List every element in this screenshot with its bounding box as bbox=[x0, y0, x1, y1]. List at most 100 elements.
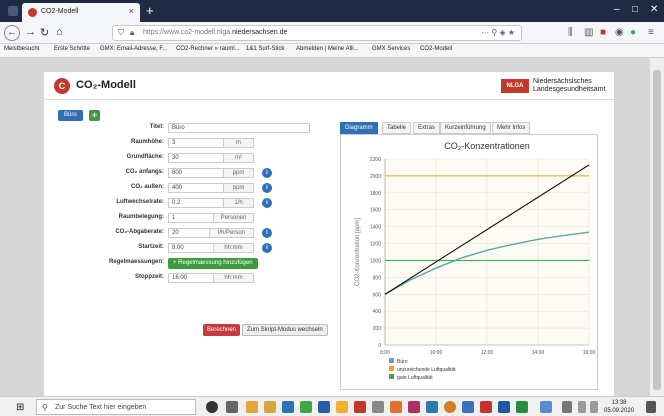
bookmark-star-icon[interactable]: ★ bbox=[508, 28, 515, 37]
info-icon[interactable]: i bbox=[262, 183, 272, 193]
pocket-icon[interactable]: ◈ bbox=[499, 28, 505, 37]
app-icon[interactable] bbox=[390, 401, 402, 413]
bookmark-item[interactable]: CO2-Rechner » rauml... bbox=[176, 46, 240, 52]
info-icon[interactable]: i bbox=[262, 243, 272, 253]
raumhoehe-input[interactable]: 3 bbox=[168, 138, 224, 148]
maximize-icon[interactable]: □ bbox=[632, 4, 638, 15]
luftwechselrate-input[interactable]: 0.2 bbox=[168, 198, 224, 208]
titel-input[interactable]: Büro bbox=[168, 123, 310, 133]
y-tick-label: 1200 bbox=[370, 242, 381, 248]
bookmark-item[interactable]: Abmelden | Meine Alli... bbox=[296, 46, 359, 52]
tab-mehr-infos[interactable]: Mehr Infos bbox=[492, 122, 531, 134]
minimize-icon[interactable]: – bbox=[614, 4, 620, 15]
co2-abgaberate-input[interactable]: 20 bbox=[168, 228, 210, 238]
raumbelegung-label: Raumbelegung: bbox=[118, 214, 164, 220]
tab-diagramm[interactable]: Diagramm bbox=[340, 122, 378, 134]
task-view-icon[interactable] bbox=[226, 401, 238, 413]
browser-tab[interactable]: CO2-Modell × bbox=[22, 3, 140, 22]
co2-logo-icon: C bbox=[54, 78, 70, 94]
forward-icon[interactable]: → bbox=[25, 26, 36, 38]
add-room-button[interactable]: + bbox=[89, 110, 100, 121]
app-icon[interactable] bbox=[282, 401, 294, 413]
page-actions-icon[interactable]: ··· bbox=[481, 28, 489, 37]
nlga-logo: NLGA bbox=[501, 79, 529, 93]
legend-label: gute Luftqualität bbox=[397, 375, 433, 381]
new-tab-icon[interactable]: + bbox=[146, 3, 154, 18]
notification-icon[interactable] bbox=[646, 401, 656, 413]
app-icon[interactable] bbox=[426, 401, 438, 413]
account-icon[interactable]: ◉ bbox=[615, 27, 624, 38]
bookmark-item[interactable]: Erste Schritte bbox=[54, 46, 90, 52]
app-icon[interactable] bbox=[300, 401, 312, 413]
menu-icon[interactable]: ≡ bbox=[648, 27, 654, 38]
windows-start-icon[interactable]: ⊞ bbox=[16, 402, 24, 413]
co2-aussen-input[interactable]: 400 bbox=[168, 183, 224, 193]
grundflaeche-input[interactable]: 30 bbox=[168, 153, 224, 163]
info-icon[interactable]: i bbox=[262, 228, 272, 238]
firefox-icon[interactable] bbox=[444, 401, 456, 413]
startzeit-input[interactable]: 8:00 bbox=[168, 243, 214, 253]
organization-name: Niedersächsisches Landesgesundheitsamt bbox=[533, 78, 605, 94]
scroll-thumb[interactable] bbox=[653, 70, 661, 390]
bookmark-item[interactable]: 1&1 Surf-Stick bbox=[246, 46, 284, 52]
y-tick-label: 800 bbox=[373, 275, 382, 281]
volume-icon[interactable] bbox=[578, 401, 586, 413]
co2-anfang-unit: ppm bbox=[224, 168, 254, 178]
firefox-menu-icon[interactable] bbox=[8, 6, 18, 16]
grundflaeche-unit: m² bbox=[224, 153, 254, 163]
app-icon[interactable] bbox=[372, 401, 384, 413]
app-icon[interactable] bbox=[462, 401, 474, 413]
network-icon[interactable] bbox=[590, 401, 598, 413]
app-icon[interactable] bbox=[354, 401, 366, 413]
url-text[interactable]: https://www.co2-modell.nlga.niedersachse… bbox=[143, 29, 287, 36]
reload-icon[interactable]: ↻ bbox=[40, 26, 49, 39]
raumbelegung-input[interactable]: 1 bbox=[168, 213, 214, 223]
co2-aussen-label: CO₂ außen: bbox=[131, 184, 164, 190]
co2-favicon-icon bbox=[28, 8, 37, 17]
bookmark-item[interactable]: CO2-Modell bbox=[420, 46, 452, 52]
address-bar[interactable]: ⛉ 🔒︎ https://www.co2-modell.nlga.nieders… bbox=[112, 25, 522, 41]
app-icon[interactable] bbox=[480, 401, 492, 413]
co2-anfang-input[interactable]: 600 bbox=[168, 168, 224, 178]
tab-close-icon[interactable]: × bbox=[129, 6, 134, 16]
system-clock[interactable]: 13:38 05.09.2020 bbox=[604, 399, 634, 415]
lock-icon[interactable]: 🔒︎ bbox=[130, 28, 134, 38]
tab-extras[interactable]: Extras bbox=[413, 122, 441, 134]
app-icon[interactable] bbox=[264, 401, 276, 413]
raumbelegung-unit: Personen bbox=[214, 213, 254, 223]
shield-icon[interactable]: ⛉ bbox=[118, 28, 124, 38]
reader-icon[interactable]: ⚲ bbox=[491, 28, 497, 37]
bookmark-item[interactable]: GMX: Email-Adresse, F... bbox=[100, 46, 167, 52]
app-icon[interactable] bbox=[408, 401, 420, 413]
taskbar-search[interactable]: ⚲ Zur Suche Text hier eingeben bbox=[36, 399, 196, 415]
app-icon[interactable] bbox=[336, 401, 348, 413]
app-icon[interactable] bbox=[318, 401, 330, 413]
sidebar-icon[interactable]: ▥ bbox=[584, 27, 593, 38]
bookmark-item[interactable]: GMX Services bbox=[372, 46, 410, 52]
tab-tabelle[interactable]: Tabelle bbox=[382, 122, 412, 134]
skript-modus-button[interactable]: Zum Skript-Modus wechseln bbox=[242, 324, 328, 336]
mail-icon[interactable] bbox=[540, 401, 552, 413]
tab-kurzeinfuehrung[interactable]: Kurzeinführung bbox=[440, 122, 491, 134]
library-icon[interactable]: ⫼ bbox=[568, 27, 573, 38]
home-icon[interactable]: ⌂ bbox=[56, 26, 63, 38]
extension-icon[interactable]: ■ bbox=[600, 27, 606, 38]
back-icon[interactable]: ← bbox=[4, 25, 20, 41]
room-tab-buero[interactable]: Büro bbox=[58, 110, 83, 121]
app-icon[interactable] bbox=[516, 401, 528, 413]
app-icon[interactable] bbox=[246, 401, 258, 413]
info-icon[interactable]: i bbox=[262, 198, 272, 208]
tray-icons[interactable] bbox=[562, 401, 572, 413]
bookmark-item[interactable]: Meistbesucht bbox=[4, 46, 39, 52]
page-scrollbar[interactable] bbox=[650, 58, 664, 396]
info-icon[interactable]: i bbox=[262, 168, 272, 178]
close-window-icon[interactable]: ✕ bbox=[650, 4, 658, 15]
app-icon[interactable] bbox=[498, 401, 510, 413]
add-regelmaessung-button[interactable]: + Regelmaessung hinzufügen bbox=[168, 258, 258, 269]
berechnen-button[interactable]: Berechnen bbox=[203, 324, 241, 336]
tab-title: CO2-Modell bbox=[41, 8, 79, 15]
startzeit-unit: hh:mm bbox=[214, 243, 254, 253]
cortana-icon[interactable] bbox=[206, 401, 218, 413]
addon-icon[interactable]: ● bbox=[630, 27, 636, 38]
stoppzeit-input[interactable]: 16:00 bbox=[168, 273, 214, 283]
